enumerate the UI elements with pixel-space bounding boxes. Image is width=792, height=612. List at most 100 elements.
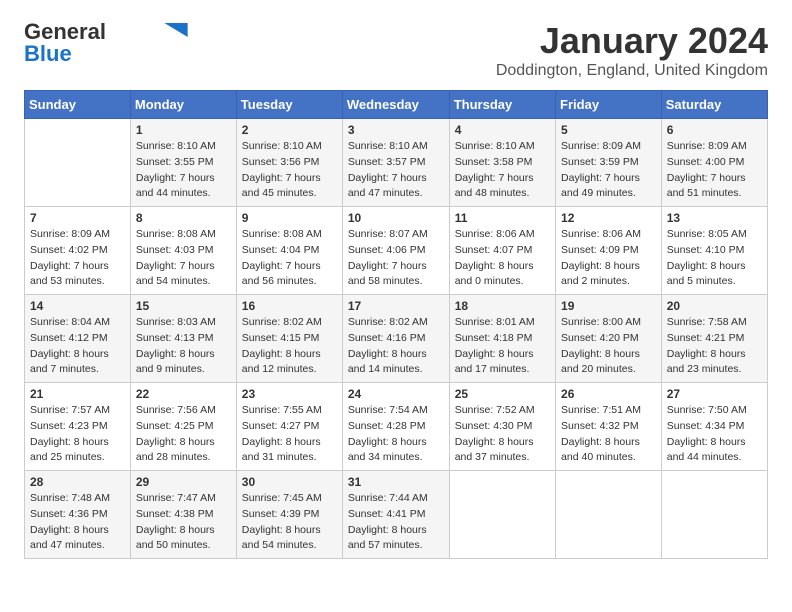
day-number: 15 — [136, 299, 231, 313]
calendar-cell — [556, 471, 662, 559]
day-info: Sunrise: 8:10 AMSunset: 3:56 PMDaylight:… — [242, 139, 337, 202]
day-info: Sunrise: 8:04 AMSunset: 4:12 PMDaylight:… — [30, 315, 125, 378]
day-info: Sunrise: 8:01 AMSunset: 4:18 PMDaylight:… — [455, 315, 550, 378]
day-number: 2 — [242, 123, 337, 137]
day-info: Sunrise: 7:56 AMSunset: 4:25 PMDaylight:… — [136, 403, 231, 466]
calendar-cell: 17 Sunrise: 8:02 AMSunset: 4:16 PMDayligh… — [342, 295, 449, 383]
day-info: Sunrise: 7:52 AMSunset: 4:30 PMDaylight:… — [455, 403, 550, 466]
calendar-cell: 1 Sunrise: 8:10 AMSunset: 3:55 PMDaylight… — [130, 119, 236, 207]
calendar-cell: 12Sunrise: 8:06 AMSunset: 4:09 PMDayligh… — [556, 207, 662, 295]
day-info: Sunrise: 8:03 AMSunset: 4:13 PMDaylight:… — [136, 315, 231, 378]
calendar-cell: 2 Sunrise: 8:10 AMSunset: 3:56 PMDaylight… — [236, 119, 342, 207]
calendar-cell: 8 Sunrise: 8:08 AMSunset: 4:03 PMDaylight… — [130, 207, 236, 295]
day-info: Sunrise: 8:10 AMSunset: 3:55 PMDaylight:… — [136, 139, 231, 202]
calendar-cell — [661, 471, 767, 559]
day-info: Sunrise: 8:06 AMSunset: 4:09 PMDaylight:… — [561, 227, 656, 290]
calendar-cell — [449, 471, 555, 559]
calendar-cell: 20 Sunrise: 7:58 AMSunset: 4:21 PMDayligh… — [661, 295, 767, 383]
day-number: 17 — [348, 299, 444, 313]
day-info: Sunrise: 8:09 AMSunset: 3:59 PMDaylight:… — [561, 139, 656, 202]
calendar-header-row: SundayMondayTuesdayWednesdayThursdayFrid… — [25, 91, 768, 119]
calendar-cell: 13Sunrise: 8:05 AMSunset: 4:10 PMDayligh… — [661, 207, 767, 295]
calendar-cell: 27 Sunrise: 7:50 AMSunset: 4:34 PMDayligh… — [661, 383, 767, 471]
day-header-friday: Friday — [556, 91, 662, 119]
day-info: Sunrise: 7:54 AMSunset: 4:28 PMDaylight:… — [348, 403, 444, 466]
day-number: 10 — [348, 211, 444, 225]
calendar-cell: 25 Sunrise: 7:52 AMSunset: 4:30 PMDayligh… — [449, 383, 555, 471]
day-info: Sunrise: 7:48 AMSunset: 4:36 PMDaylight:… — [30, 491, 125, 554]
calendar-body: 1 Sunrise: 8:10 AMSunset: 3:55 PMDaylight… — [25, 119, 768, 559]
day-number: 3 — [348, 123, 444, 137]
day-number: 26 — [561, 387, 656, 401]
day-number: 11 — [455, 211, 550, 225]
day-info: Sunrise: 8:09 AMSunset: 4:00 PMDaylight:… — [667, 139, 762, 202]
day-number: 7 — [30, 211, 125, 225]
day-number: 19 — [561, 299, 656, 313]
calendar-week-3: 14Sunrise: 8:04 AMSunset: 4:12 PMDayligh… — [25, 295, 768, 383]
day-info: Sunrise: 7:57 AMSunset: 4:23 PMDaylight:… — [30, 403, 125, 466]
day-header-sunday: Sunday — [25, 91, 131, 119]
day-number: 30 — [242, 475, 337, 489]
day-info: Sunrise: 7:44 AMSunset: 4:41 PMDaylight:… — [348, 491, 444, 554]
day-number: 23 — [242, 387, 337, 401]
calendar-cell — [25, 119, 131, 207]
day-info: Sunrise: 8:00 AMSunset: 4:20 PMDaylight:… — [561, 315, 656, 378]
calendar-cell: 31 Sunrise: 7:44 AMSunset: 4:41 PMDayligh… — [342, 471, 449, 559]
calendar-cell: 16Sunrise: 8:02 AMSunset: 4:15 PMDayligh… — [236, 295, 342, 383]
calendar-week-5: 28 Sunrise: 7:48 AMSunset: 4:36 PMDayligh… — [25, 471, 768, 559]
calendar-cell: 4Sunrise: 8:10 AMSunset: 3:58 PMDaylight… — [449, 119, 555, 207]
day-number: 25 — [455, 387, 550, 401]
day-info: Sunrise: 8:08 AMSunset: 4:04 PMDaylight:… — [242, 227, 337, 290]
day-info: Sunrise: 8:05 AMSunset: 4:10 PMDaylight:… — [667, 227, 762, 290]
calendar-cell: 10 Sunrise: 8:07 AMSunset: 4:06 PMDayligh… — [342, 207, 449, 295]
logo-blue: Blue — [24, 42, 72, 66]
calendar-cell: 21 Sunrise: 7:57 AMSunset: 4:23 PMDayligh… — [25, 383, 131, 471]
logo: General Blue — [24, 20, 188, 66]
calendar-cell: 26Sunrise: 7:51 AMSunset: 4:32 PMDayligh… — [556, 383, 662, 471]
calendar-cell: 6 Sunrise: 8:09 AMSunset: 4:00 PMDaylight… — [661, 119, 767, 207]
day-info: Sunrise: 8:02 AMSunset: 4:16 PMDaylight:… — [348, 315, 444, 378]
day-number: 31 — [348, 475, 444, 489]
day-number: 8 — [136, 211, 231, 225]
calendar-cell: 29 Sunrise: 7:47 AMSunset: 4:38 PMDayligh… — [130, 471, 236, 559]
calendar-cell: 23Sunrise: 7:55 AMSunset: 4:27 PMDayligh… — [236, 383, 342, 471]
day-number: 5 — [561, 123, 656, 137]
day-info: Sunrise: 7:50 AMSunset: 4:34 PMDaylight:… — [667, 403, 762, 466]
location: Doddington, England, United Kingdom — [496, 62, 768, 80]
day-header-wednesday: Wednesday — [342, 91, 449, 119]
calendar-cell: 14Sunrise: 8:04 AMSunset: 4:12 PMDayligh… — [25, 295, 131, 383]
day-number: 20 — [667, 299, 762, 313]
day-info: Sunrise: 8:08 AMSunset: 4:03 PMDaylight:… — [136, 227, 231, 290]
calendar-cell: 24 Sunrise: 7:54 AMSunset: 4:28 PMDayligh… — [342, 383, 449, 471]
day-header-thursday: Thursday — [449, 91, 555, 119]
day-number: 28 — [30, 475, 125, 489]
day-info: Sunrise: 8:07 AMSunset: 4:06 PMDaylight:… — [348, 227, 444, 290]
day-info: Sunrise: 8:09 AMSunset: 4:02 PMDaylight:… — [30, 227, 125, 290]
calendar-table: SundayMondayTuesdayWednesdayThursdayFrid… — [24, 90, 768, 559]
calendar-cell: 19 Sunrise: 8:00 AMSunset: 4:20 PMDayligh… — [556, 295, 662, 383]
day-number: 16 — [242, 299, 337, 313]
day-number: 24 — [348, 387, 444, 401]
day-info: Sunrise: 8:06 AMSunset: 4:07 PMDaylight:… — [455, 227, 550, 290]
day-info: Sunrise: 8:10 AMSunset: 3:58 PMDaylight:… — [455, 139, 550, 202]
calendar-cell: 7 Sunrise: 8:09 AMSunset: 4:02 PMDaylight… — [25, 207, 131, 295]
day-number: 1 — [136, 123, 231, 137]
day-number: 6 — [667, 123, 762, 137]
day-number: 18 — [455, 299, 550, 313]
day-number: 29 — [136, 475, 231, 489]
calendar-cell: 5 Sunrise: 8:09 AMSunset: 3:59 PMDaylight… — [556, 119, 662, 207]
day-info: Sunrise: 7:58 AMSunset: 4:21 PMDaylight:… — [667, 315, 762, 378]
logo-icon — [164, 23, 188, 37]
calendar-week-2: 7 Sunrise: 8:09 AMSunset: 4:02 PMDaylight… — [25, 207, 768, 295]
day-header-saturday: Saturday — [661, 91, 767, 119]
day-header-tuesday: Tuesday — [236, 91, 342, 119]
day-number: 22 — [136, 387, 231, 401]
calendar-cell: 9Sunrise: 8:08 AMSunset: 4:04 PMDaylight… — [236, 207, 342, 295]
day-number: 27 — [667, 387, 762, 401]
day-info: Sunrise: 7:47 AMSunset: 4:38 PMDaylight:… — [136, 491, 231, 554]
month-title: January 2024 — [496, 20, 768, 62]
calendar-cell: 30Sunrise: 7:45 AMSunset: 4:39 PMDayligh… — [236, 471, 342, 559]
calendar-cell: 18 Sunrise: 8:01 AMSunset: 4:18 PMDayligh… — [449, 295, 555, 383]
calendar-cell: 22 Sunrise: 7:56 AMSunset: 4:25 PMDayligh… — [130, 383, 236, 471]
day-number: 21 — [30, 387, 125, 401]
